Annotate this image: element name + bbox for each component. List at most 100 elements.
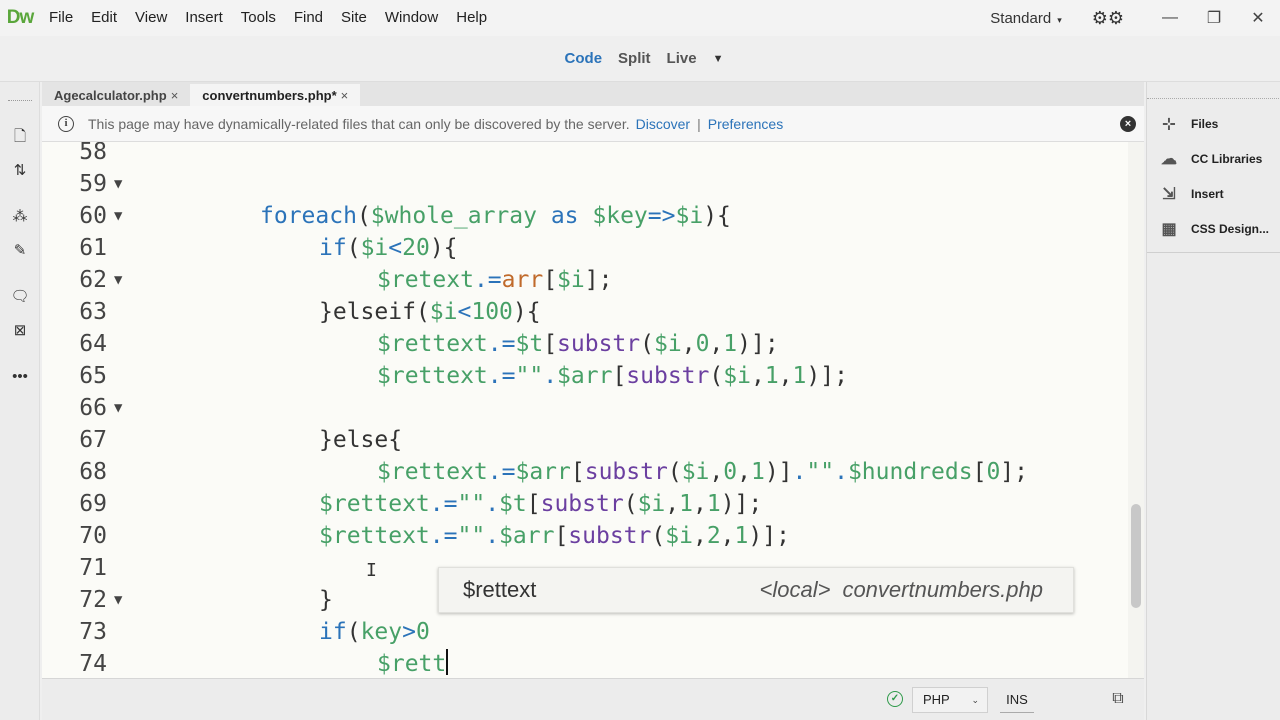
code-token: ]; (584, 267, 613, 293)
code-token: ( (346, 235, 361, 261)
menu-view[interactable]: View (126, 0, 176, 36)
insert-mode-toggle[interactable]: INS (1000, 687, 1034, 713)
file-management-icon[interactable]: ⇅ (8, 160, 32, 182)
code-token: $arr (515, 459, 571, 485)
fold-arrow-icon[interactable]: ▼ (114, 584, 122, 616)
cc-libraries-icon: ☁ (1161, 151, 1177, 168)
expand-all-icon[interactable]: ⁂ (8, 206, 32, 228)
code-token: ){ (703, 203, 731, 229)
code-token: $rettext (377, 363, 488, 389)
real-time-preview-icon[interactable]: ⧉ (1106, 689, 1130, 709)
line-number: 65 (79, 363, 107, 389)
tab-convertnumbers[interactable]: convertnumbers.php* × (190, 84, 361, 106)
discover-link[interactable]: Discover (636, 116, 690, 132)
code-token: substr (540, 491, 624, 517)
menu-file[interactable]: File (40, 0, 82, 36)
restore-button[interactable]: ❐ (1192, 8, 1236, 28)
code-line: 60 ▼ if($i<20){ (42, 200, 457, 261)
insert-icon: ⇲ (1162, 186, 1176, 203)
gear-icon[interactable]: ⚙⚙ (1092, 8, 1124, 29)
line-number: 74 (79, 651, 107, 677)
chevron-down-icon: ⌄ (971, 695, 979, 705)
fold-arrow-icon[interactable]: ▼ (114, 200, 122, 232)
open-documents-icon[interactable]: 🗋 (8, 126, 32, 148)
code-token: .= (487, 331, 516, 357)
line-number: 67 (79, 427, 107, 453)
scrollbar-thumb[interactable] (1131, 504, 1141, 608)
code-token: , (709, 459, 724, 485)
code-token: > (402, 619, 416, 645)
code-token: $i (429, 299, 458, 325)
code-line: 68 $rettext.="".$t[substr($i,1,1)]; (42, 456, 762, 517)
preferences-link[interactable]: Preferences (708, 116, 783, 132)
tab-agecalculator[interactable]: Agecalculator.php × (42, 84, 190, 106)
toolbar-grip[interactable] (8, 100, 32, 102)
code-token: .= (487, 459, 516, 485)
code-token: [ (554, 523, 569, 549)
menu-site[interactable]: Site (332, 0, 376, 36)
document-type-select[interactable]: PHP ⌄ (912, 687, 988, 713)
code-token: arr (501, 267, 544, 293)
dreamweaver-window: Dw File Edit View Insert Tools Find Site… (0, 0, 1280, 720)
menu-insert[interactable]: Insert (176, 0, 232, 36)
close-icon[interactable]: × (341, 88, 349, 103)
code-token: .= (473, 267, 502, 293)
code-token: substr (626, 363, 710, 389)
hint-file: convertnumbers.php (842, 577, 1043, 602)
close-icon[interactable]: × (171, 88, 179, 103)
no-errors-check-icon[interactable]: ✓ (887, 691, 903, 707)
line-number: 73 (79, 619, 107, 645)
code-token: [ (526, 491, 541, 517)
text-cursor (446, 649, 449, 675)
code-token: , (737, 459, 751, 485)
code-token: "" (515, 363, 544, 389)
line-number: 63 (79, 299, 107, 325)
menu-tools[interactable]: Tools (232, 0, 285, 36)
close-infobar-icon[interactable]: × (1120, 116, 1136, 132)
menu-help[interactable]: Help (447, 0, 496, 36)
panel-grip[interactable] (1147, 98, 1280, 99)
code-line: 66 ▼ }else{ (42, 392, 402, 453)
css-designer-icon: ▦ (1161, 221, 1177, 238)
fold-arrow-icon[interactable]: ▼ (114, 168, 122, 200)
code-token: $i (675, 203, 704, 229)
right-panel: ⊹ Files ☁ CC Libraries ⇲ Insert ▦ CSS Design… (1146, 82, 1280, 720)
menu-window[interactable]: Window (376, 0, 447, 36)
code-token: . (485, 491, 500, 517)
code-token: )]; (748, 523, 790, 549)
close-button[interactable]: ✕ (1236, 8, 1280, 28)
left-toolbar: 🗋 ⇅ ⁂ ✎ 🗨 ⊠ ••• (0, 82, 40, 720)
minimize-button[interactable]: — (1148, 9, 1192, 27)
hint-suggestion[interactable]: $rettext (463, 577, 536, 603)
menu-edit[interactable]: Edit (82, 0, 126, 36)
remove-comment-icon[interactable]: ⊠ (8, 320, 32, 342)
more-options-icon[interactable]: ••• (8, 366, 32, 388)
code-line: 63 $rettext.=$t[substr($i,0,1)]; (42, 296, 778, 357)
code-token: $i (654, 331, 682, 357)
live-view-button[interactable]: Live (667, 50, 697, 67)
live-dropdown-icon[interactable]: ▼ (713, 53, 724, 65)
code-token: ( (709, 363, 724, 389)
split-view-button[interactable]: Split (618, 50, 651, 67)
panel-insert[interactable]: ⇲ Insert (1157, 182, 1223, 206)
panel-css-designer[interactable]: ▦ CSS Design... (1157, 217, 1269, 241)
format-source-icon[interactable]: ✎ (8, 240, 32, 262)
code-token: ( (651, 523, 666, 549)
code-token: 0 (986, 459, 1001, 485)
panel-files[interactable]: ⊹ Files (1157, 112, 1218, 136)
code-token: ( (356, 203, 371, 229)
apply-comment-icon[interactable]: 🗨 (8, 286, 32, 308)
code-token: $i (681, 459, 710, 485)
fold-arrow-icon[interactable]: ▼ (114, 264, 122, 296)
code-token: 1 (706, 491, 721, 517)
editor-scrollbar[interactable] (1128, 142, 1144, 678)
fold-arrow-icon[interactable]: ▼ (114, 392, 122, 424)
code-token: $i (360, 235, 389, 261)
menu-find[interactable]: Find (285, 0, 332, 36)
code-token: 2 (706, 523, 721, 549)
panel-cc-libraries[interactable]: ☁ CC Libraries (1157, 147, 1262, 171)
code-view-button[interactable]: Code (565, 50, 603, 67)
code-hint-popup[interactable]: $rettext <local> convertnumbers.php (438, 567, 1074, 613)
workspace-switcher[interactable]: Standard ▾ (990, 10, 1061, 27)
